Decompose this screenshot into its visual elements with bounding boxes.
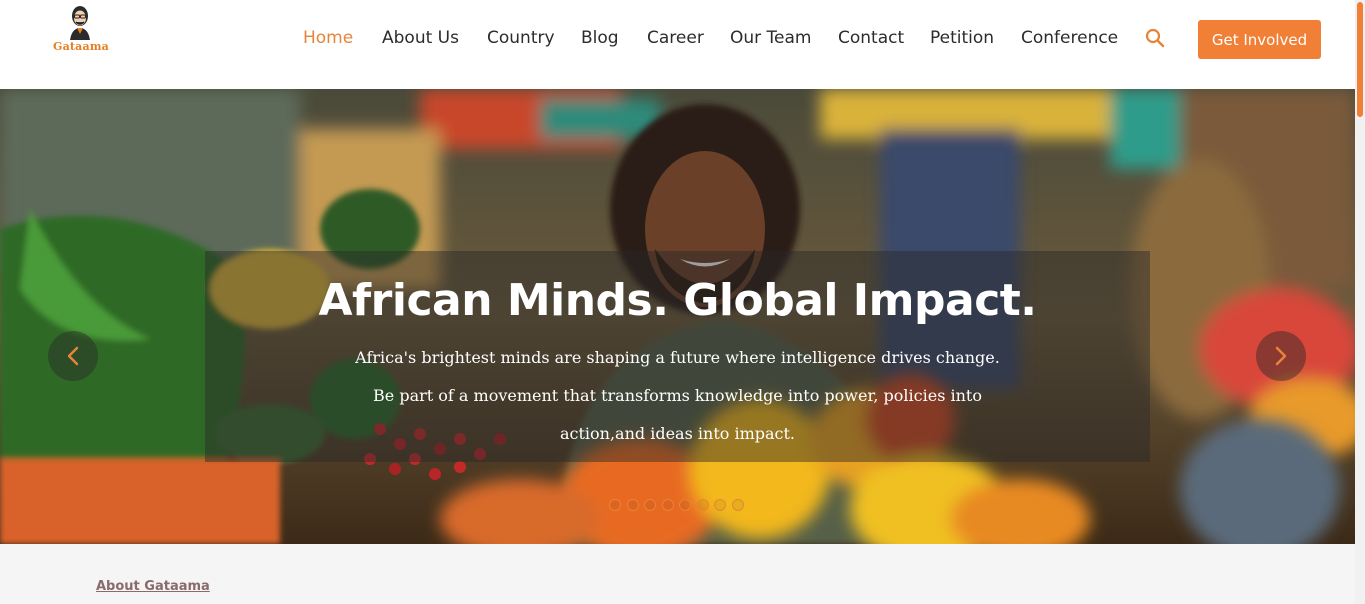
slider-dot[interactable]: [661, 499, 674, 511]
nav-item-blog[interactable]: Blog: [581, 28, 619, 48]
brand-logo[interactable]: Gataama: [50, 4, 112, 54]
nav-item-country[interactable]: Country: [487, 28, 555, 48]
nav-item-conference[interactable]: Conference: [1021, 28, 1118, 48]
page-scrollbar[interactable]: [1355, 0, 1365, 604]
hero-title: African Minds. Global Impact.: [318, 275, 1037, 326]
nav-item-about-us[interactable]: About Us: [382, 28, 459, 48]
slider-dot[interactable]: [714, 499, 726, 511]
slider-dot[interactable]: [644, 499, 656, 511]
slider-dot[interactable]: [626, 499, 639, 511]
about-section: About Gataama: [0, 544, 1355, 604]
chevron-right-icon: [1275, 346, 1287, 366]
nav-item-contact[interactable]: Contact: [838, 28, 904, 48]
logo-wordmark: Gataama: [52, 40, 110, 53]
hero-subtitle-line: Africa's brightest minds are shaping a f…: [355, 348, 1000, 367]
chevron-left-icon: [67, 346, 79, 366]
scrollbar-thumb[interactable]: [1357, 2, 1363, 117]
about-gataama-link[interactable]: About Gataama: [96, 579, 210, 594]
hero-slider: African Minds. Global Impact. Africa's b…: [0, 89, 1355, 544]
nav-item-petition[interactable]: Petition: [930, 28, 994, 48]
slider-prev-button[interactable]: [48, 331, 98, 381]
hero-subtitle-line: Be part of a movement that transforms kn…: [373, 386, 982, 405]
nav-item-home[interactable]: Home: [303, 28, 353, 48]
slider-dot[interactable]: [679, 499, 691, 511]
nav-item-our-team[interactable]: Our Team: [730, 28, 811, 48]
hero-subtitle-line: action,and ideas into impact.: [559, 424, 796, 443]
search-icon[interactable]: [1144, 27, 1166, 49]
slider-next-button[interactable]: [1256, 331, 1306, 381]
get-involved-button[interactable]: Get Involved: [1198, 20, 1321, 59]
slider-dot[interactable]: [609, 499, 621, 511]
nav-item-career[interactable]: Career: [647, 28, 704, 48]
slider-dot[interactable]: [696, 499, 709, 511]
slider-dot[interactable]: [731, 499, 744, 511]
hero-subtitle: Africa's brightest minds are shaping a f…: [205, 339, 1150, 453]
logo-portrait-icon: [70, 6, 90, 40]
site-header: Gataama Home About Us Country Blog Caree…: [0, 0, 1365, 89]
